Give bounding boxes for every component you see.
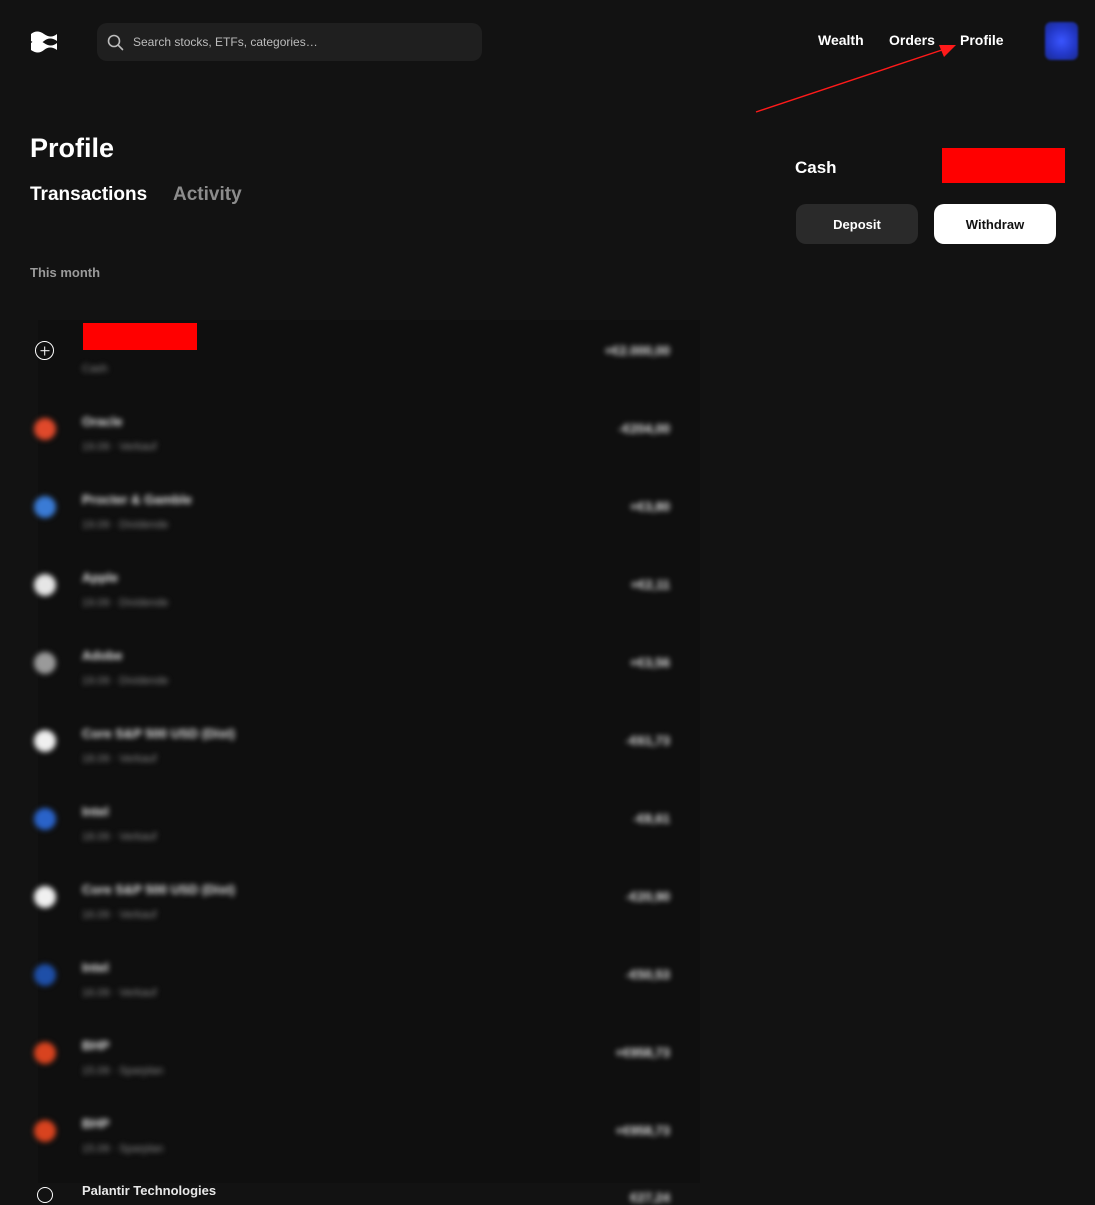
transaction-subtitle: 19.09 · Dividende [82,675,169,687]
palantir-logo-icon [37,1187,53,1203]
transaction-subtitle: 19.09 · Verkauf [82,441,157,453]
transaction-amount: -€20,90 [625,889,670,904]
bhp-logo-icon [34,1042,56,1064]
transaction-name: Core S&P 500 USD (Dist) [82,882,235,897]
withdraw-button[interactable]: Withdraw [934,204,1056,244]
etf-logo-icon [34,730,56,752]
transaction-row[interactable]: Cash +€2.000,00 [30,310,700,388]
name-redaction [83,323,197,350]
oracle-logo-icon [34,418,56,440]
transaction-name: BHP [82,1038,110,1053]
transaction-name: Intel [82,804,109,819]
search-placeholder: Search stocks, ETFs, categories… [133,35,318,49]
transaction-subtitle: 19.09 · Dividende [82,519,169,531]
tab-transactions[interactable]: Transactions [30,184,147,206]
transaction-row[interactable]: Oracle 19.09 · Verkauf -€204,00 [30,388,700,466]
transaction-list: Cash +€2.000,00 Oracle 19.09 · Verkauf -€204… [30,300,700,1205]
transaction-subtitle: 15.09 · Sparplan [82,1065,164,1077]
transaction-amount: +€2.000,00 [604,343,670,358]
transaction-subtitle: 19.09 · Dividende [82,597,169,609]
transaction-subtitle: 15.09 · Sparplan [82,1143,164,1155]
search-input[interactable]: Search stocks, ETFs, categories… [97,23,482,61]
transaction-name: Procter & Gamble [82,492,192,507]
plus-circle-icon [35,341,54,360]
deposit-button[interactable]: Deposit [796,204,918,244]
transaction-name: Core S&P 500 USD (Dist) [82,726,235,741]
etf-logo-icon [34,886,56,908]
transaction-subtitle: 16.09 · Verkauf [82,987,157,999]
brand-logo-icon[interactable] [30,28,58,56]
transaction-amount: -€204,00 [618,421,670,436]
transaction-subtitle: 16.09 · Verkauf [82,909,157,921]
transaction-row[interactable]: Procter & Gamble 19.09 · Dividende +€3,80 [30,466,700,544]
transaction-amount: -€8,61 [633,811,670,826]
intel-logo-icon [34,808,56,830]
transaction-amount: +€958,73 [615,1045,670,1060]
page-title: Profile [30,133,115,163]
transaction-amount: -€61,73 [625,733,670,748]
transaction-row[interactable]: Intel 16.09 · Verkauf -€50,53 [30,934,700,1012]
transaction-row[interactable]: Intel 18.09 · Verkauf -€8,61 [30,778,700,856]
transaction-row[interactable]: Adobe 19.09 · Dividende +€3,56 [30,622,700,700]
transaction-amount: +€2,11 [630,577,670,592]
transaction-row[interactable]: BHP 15.09 · Sparplan +€958,73 [30,1012,700,1090]
transaction-name: BHP [82,1116,110,1131]
transaction-row[interactable]: Core S&P 500 USD (Dist) 18.09 · Verkauf -€… [30,700,700,778]
section-label: This month [30,265,101,280]
transaction-name: Palantir Technologies [82,1183,217,1198]
apple-logo-icon [34,574,56,596]
transaction-amount: +€3,56 [629,655,670,670]
annotation-arrow [755,45,956,113]
transaction-name: Oracle [82,414,123,429]
intel-logo-icon [34,964,56,986]
adobe-logo-icon [34,652,56,674]
transaction-amount: €27,24 [630,1190,670,1205]
avatar[interactable] [1045,22,1078,60]
transaction-row[interactable]: BHP 15.09 · Sparplan +€958,73 [30,1090,700,1168]
transaction-amount: +€958,73 [615,1123,670,1138]
transaction-amount: -€50,53 [625,967,670,982]
transaction-subtitle: 18.09 · Verkauf [82,831,157,843]
cash-label: Cash [795,158,837,177]
transaction-row[interactable]: Apple 19.09 · Dividende +€2,11 [30,544,700,622]
transaction-row[interactable]: Core S&P 500 USD (Dist) 16.09 · Verkauf -€… [30,856,700,934]
transaction-amount: +€3,80 [629,499,670,514]
search-icon [107,34,124,51]
transaction-subtitle: Cash [82,363,108,375]
transaction-name: Adobe [82,648,123,663]
procter-gamble-logo-icon [34,496,56,518]
tab-activity[interactable]: Activity [173,184,242,206]
transaction-name: Intel [82,960,109,975]
transaction-name: Apple [82,570,119,585]
bhp-logo-icon [34,1120,56,1142]
transaction-subtitle: 18.09 · Verkauf [82,753,157,765]
cash-value-redaction [942,148,1065,183]
